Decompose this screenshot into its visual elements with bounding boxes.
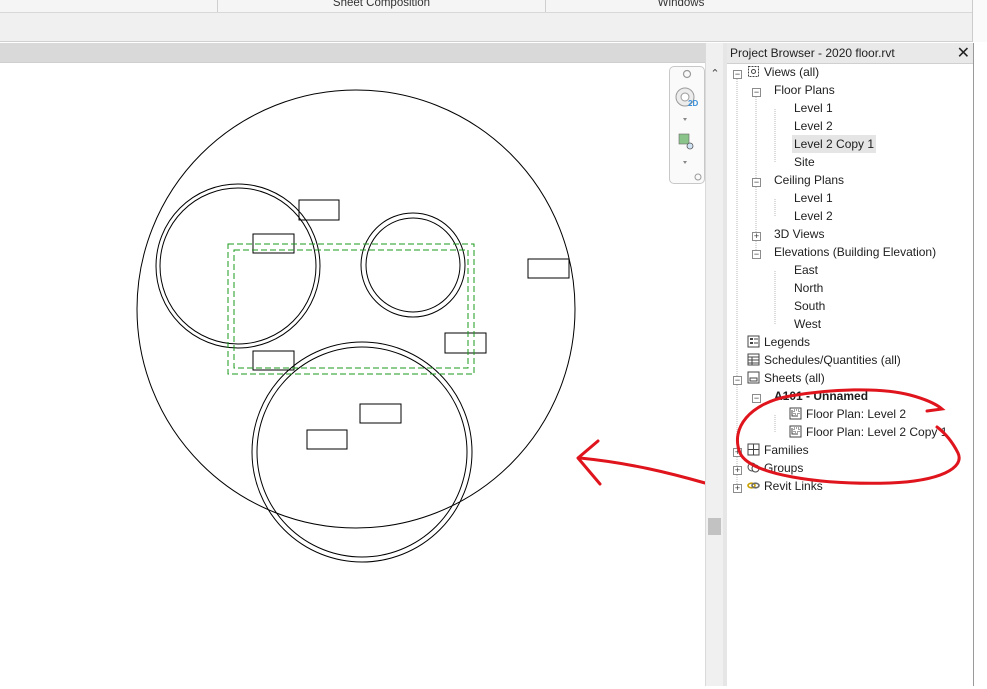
tree-item-views[interactable]: Views (all) [747,63,819,81]
navbar-close-icon [682,69,692,79]
views-icon [748,66,759,77]
collapse-elevations-toggle[interactable]: − [752,250,761,259]
window-right-edge [973,43,987,686]
tree-label: Views (all) [764,65,820,79]
drawing-canvas[interactable]: 2D [0,63,707,686]
ribbon-body [0,13,972,42]
room-tag-box [298,199,340,221]
tree-item-elevation-north[interactable]: North [794,279,823,297]
chevron-down-icon [683,118,687,121]
room-tag-box [306,429,348,450]
tree-item-legends[interactable]: Legends [747,333,810,351]
project-browser-title: Project Browser - 2020 floor.rvt [730,46,895,60]
room-tag-box [444,332,487,354]
scroll-thumb[interactable] [708,518,721,535]
project-browser: Project Browser - 2020 floor.rvt ✕ − Vie… [727,43,973,686]
close-icon[interactable]: ✕ [957,43,970,63]
crop-region [227,243,475,375]
schedules-icon [747,353,760,366]
collapse-ceiling-plans-toggle[interactable]: − [752,178,761,187]
red-arrow-annotation [576,439,707,486]
room-tag-box [527,258,570,279]
circle-room-bottom-outer [251,341,473,563]
navigation-bar: 2D [669,66,705,184]
collapse-floor-plans-toggle[interactable]: − [752,88,761,97]
room-tag-box [252,350,295,371]
circle-room-bottom-inner [256,346,468,558]
tree-item-ceiling-level-2[interactable]: Level 2 [794,207,833,225]
view-title-bar [0,43,717,63]
view-vertical-scrollbar[interactable]: ⌃ [705,43,724,686]
tree-item-elevation-east[interactable]: East [794,261,818,279]
red-circle-annotation [736,388,961,485]
ribbon-panel-sheet-composition[interactable]: Sheet Composition [218,0,545,9]
navigation-bar-icons [675,69,702,181]
room-tag-box [359,403,402,424]
collapse-views-toggle[interactable]: − [733,70,742,79]
tree-item-floor-plan-level-1[interactable]: Level 1 [794,99,833,117]
chevron-down-icon [683,161,687,164]
circle-room-left-outer [155,183,321,349]
tree-item-schedules[interactable]: Schedules/Quantities (all) [747,351,901,369]
tree-item-floor-plans[interactable]: Floor Plans [774,81,835,99]
zoom-region-icon [678,133,690,145]
scroll-up-icon[interactable]: ⌃ [706,65,724,83]
tree-item-elevation-south[interactable]: South [794,297,825,315]
tree-item-elevation-west[interactable]: West [794,315,821,333]
tree-item-3d-views[interactable]: 3D Views [774,225,824,243]
circle-room-middle-outer [360,212,466,318]
ribbon-scrollbar[interactable] [972,0,987,42]
legends-icon [747,335,760,348]
tree-item-floor-plan-site[interactable]: Site [794,153,815,171]
tree-item-floor-plan-level-2-copy-1[interactable]: Level 2 Copy 1 [792,135,877,153]
ribbon-panel-windows[interactable]: Windows [546,0,816,9]
project-browser-tree: − Views (all) − Floor Plans Level 1 Leve… [727,63,973,686]
tree-item-floor-plan-level-2[interactable]: Level 2 [794,117,833,135]
project-browser-header: Project Browser - 2020 floor.rvt ✕ [727,43,973,64]
2d-badge: 2D [688,99,699,108]
ribbon-panel-labels: Sheet Composition Windows [0,0,972,13]
expand-3d-views-toggle[interactable]: + [752,232,761,241]
tree-item-ceiling-plans[interactable]: Ceiling Plans [774,171,844,189]
tree-item-ceiling-level-1[interactable]: Level 1 [794,189,833,207]
circle-room-left-inner [159,187,317,345]
tree-label: Schedules/Quantities (all) [764,353,901,367]
circle-room-middle-inner [365,217,461,313]
tree-label: Legends [764,335,811,349]
navbar-options-icon [694,173,702,181]
tree-item-elevations[interactable]: Elevations (Building Elevation) [774,243,936,261]
outer-circle-boundary [136,89,576,529]
